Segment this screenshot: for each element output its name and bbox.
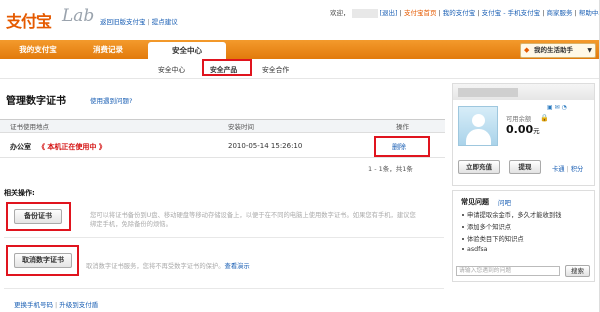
my-alipay-link[interactable]: 我的支付宝 (443, 9, 476, 17)
tab-security-center[interactable]: 安全中心 (148, 42, 226, 59)
avatar-body-shape (466, 129, 491, 145)
separator: | (542, 9, 545, 17)
divider (4, 288, 444, 289)
balance-amount: 0.00 (506, 123, 534, 136)
separator: | (399, 9, 402, 17)
subnav-security-center[interactable]: 安全中心 (158, 64, 185, 74)
feedback-link[interactable]: 提点建议 (152, 18, 178, 26)
bullet-icon (462, 248, 464, 250)
column-header-install-time: 安装时间 (228, 123, 254, 131)
page-title: 管理数字证书 (6, 96, 66, 107)
helper-label: 我的生活助手 (534, 46, 573, 54)
cancel-description: 取消数字证书服务，您将不再受数字证书的保护。查看演示 (86, 261, 250, 270)
withdraw-button[interactable]: 提现 (509, 160, 541, 174)
chevron-down-icon: ▼ (587, 47, 592, 54)
lock-icon: 🔒 (540, 114, 549, 122)
faq-search-input[interactable]: 请输入您遇到的问题 (456, 266, 560, 276)
faq-item[interactable]: 添加多个知识点 (462, 222, 511, 231)
cell-install-time: 2010-05-14 15:26:10 (228, 142, 303, 150)
backup-description: 您可以将证书备份到U盘、移动硬盘等移动存储设备上，以便于在不同的电脑上使用数字证… (90, 212, 416, 228)
faq-item[interactable]: 申请提取余金币，多久才能收到钱 (462, 210, 561, 219)
separator: | (438, 9, 441, 17)
bullet-icon (462, 238, 464, 240)
faq-item[interactable]: 体验类目下的知识点 (462, 234, 524, 243)
bullet-icon (462, 214, 464, 216)
backup-certificate-button[interactable]: 备份证书 (14, 209, 62, 224)
account-status-icons[interactable]: ▣ ✉ ◔ (547, 104, 567, 111)
faq-item-text: 添加多个知识点 (467, 224, 512, 231)
faq-ask-link[interactable]: 问吧 (498, 197, 511, 207)
mobile-alipay-link[interactable]: 支付宝 - 手机支付宝 (482, 9, 540, 17)
card-link[interactable]: 卡通 (552, 166, 565, 173)
logout-link[interactable]: [退出] (380, 9, 398, 17)
bullet-icon (462, 226, 464, 228)
separator: | (477, 9, 480, 17)
faq-item-text: 申请提取余金币，多久才能收到钱 (467, 212, 562, 219)
avatar[interactable] (458, 106, 498, 146)
card-points-links: 卡通 | 积分 (552, 164, 583, 173)
help-link[interactable]: 使用遇到问题? (90, 95, 132, 105)
faq-search-button[interactable]: 搜索 (565, 265, 590, 277)
avatar-head-shape (472, 114, 485, 127)
column-header-location: 证书使用地点 (10, 123, 49, 131)
recharge-button[interactable]: 立即充值 (458, 160, 500, 174)
faq-item[interactable]: asdfsa (462, 246, 488, 253)
top-links: 返回旧版支付宝 | 提点建议 (100, 16, 178, 26)
balance-value: 0.00元 (506, 123, 540, 136)
life-helper-dropdown[interactable]: ◆ 我的生活助手 ▼ (520, 43, 596, 58)
help-center-link[interactable]: 帮助中心 (579, 9, 599, 17)
alipay-home-link[interactable]: 支付宝首页 (404, 9, 437, 17)
separator: | (574, 9, 577, 17)
highlight-box-delete (374, 136, 430, 157)
separator: | (147, 18, 150, 26)
column-header-action: 操作 (396, 123, 409, 131)
user-bar: 欢迎， [退出] | 支付宝首页 | 我的支付宝 | 支付宝 - 手机支付宝 | … (330, 7, 599, 18)
account-name-masked (458, 88, 518, 97)
helper-icon: ◆ (524, 46, 530, 54)
merchant-link[interactable]: 商家服务 (547, 9, 573, 17)
separator: | (566, 166, 569, 173)
alipay-logo[interactable]: 支付宝 (6, 8, 52, 32)
related-operations-title: 相关操作: (4, 189, 35, 197)
username-masked (351, 8, 378, 18)
faq-item-text: 体验类目下的知识点 (467, 236, 524, 243)
divider (0, 78, 599, 79)
tab-consumption-records[interactable]: 消费记录 (78, 40, 138, 59)
pagination-info: 1 - 1条，共1条 (368, 165, 413, 173)
balance-label: 可用余额 (506, 116, 532, 123)
table-row-divider (0, 157, 445, 158)
cancel-certificate-button[interactable]: 取消数字证书 (14, 253, 72, 268)
footer-links: 更换手机号码 | 升级到支付盾 (14, 299, 98, 309)
faq-item-text: asdfsa (467, 246, 488, 253)
cell-status: 《 本机正在使用中 》 (38, 143, 106, 151)
back-to-old-link[interactable]: 返回旧版支付宝 (100, 18, 146, 26)
highlight-box-security-products (202, 59, 252, 76)
divider (4, 237, 444, 238)
points-link[interactable]: 积分 (571, 166, 584, 173)
change-phone-link[interactable]: 更换手机号码 (14, 301, 53, 309)
table-header (0, 120, 445, 133)
tab-my-alipay[interactable]: 我的支付宝 (8, 40, 68, 59)
subnav-security-cooperation[interactable]: 安全合作 (262, 64, 289, 74)
welcome-text: 欢迎， (330, 9, 350, 17)
page: 支付宝 Lab 返回旧版支付宝 | 提点建议 欢迎， [退出] | 支付宝首页 | 我… (0, 0, 600, 312)
balance-unit: 元 (533, 127, 540, 135)
faq-title: 常见问题 (461, 198, 489, 206)
lab-logo: Lab (62, 6, 95, 26)
cell-location: 办公室 (10, 143, 31, 151)
separator: | (55, 301, 58, 309)
upgrade-usbkey-link[interactable]: 升级到支付盾 (59, 301, 98, 309)
view-demo-link[interactable]: 查看演示 (225, 263, 250, 270)
cancel-description-text: 取消数字证书服务，您将不再受数字证书的保护。 (86, 263, 225, 270)
